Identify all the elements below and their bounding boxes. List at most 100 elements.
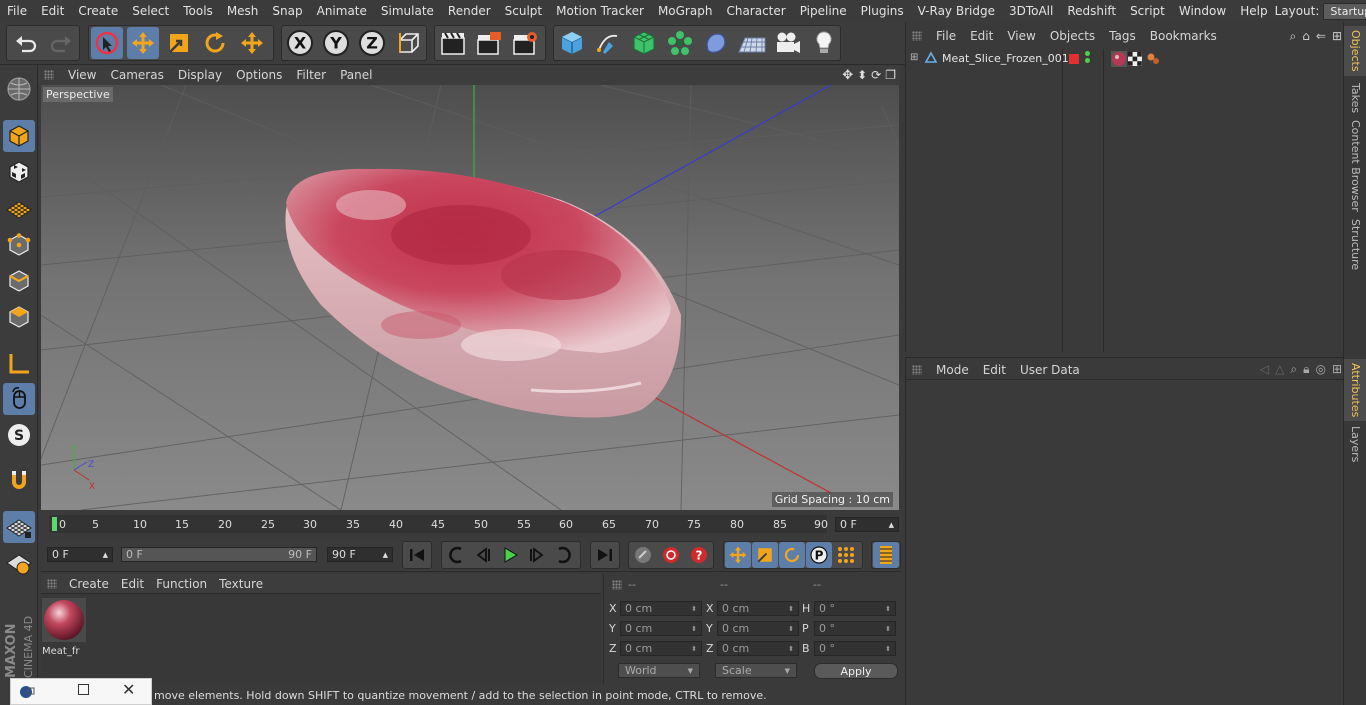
attributes-menu-edit[interactable]: Edit bbox=[983, 363, 1006, 377]
layer-color-icon[interactable] bbox=[1069, 54, 1079, 64]
solo-mode-icon[interactable] bbox=[3, 547, 35, 579]
menu-motion-tracker[interactable]: Motion Tracker bbox=[549, 4, 651, 18]
maximize-icon[interactable] bbox=[78, 684, 89, 695]
tab-layers[interactable]: Layers bbox=[1344, 424, 1366, 464]
apply-button[interactable]: Apply bbox=[814, 663, 898, 679]
go-to-end-icon[interactable] bbox=[592, 542, 618, 568]
objects-menu-tags[interactable]: Tags bbox=[1109, 29, 1136, 43]
scale-icon[interactable] bbox=[163, 27, 195, 59]
back-icon[interactable]: ⇐ bbox=[1316, 29, 1326, 44]
home-icon[interactable]: ⌂ bbox=[1302, 29, 1310, 44]
key-parameter-icon[interactable]: P bbox=[806, 542, 832, 568]
objects-menu-view[interactable]: View bbox=[1007, 29, 1035, 43]
pos-z-field[interactable]: 0 cm ⬍ bbox=[620, 641, 702, 656]
timeline[interactable]: 0 5 10 15 20 25 30 35 40 45 50 55 60 65 … bbox=[41, 512, 901, 536]
search-icon[interactable]: ⌕ bbox=[1290, 29, 1297, 44]
menu-snap[interactable]: Snap bbox=[265, 4, 309, 18]
object-row[interactable]: ⊞ Meat_Slice_Frozen_001 bbox=[906, 51, 1344, 69]
floor-icon[interactable] bbox=[736, 27, 768, 59]
timeline-window-icon[interactable] bbox=[873, 542, 899, 568]
lock-icon[interactable]: 🔒︎ bbox=[1303, 362, 1309, 377]
pen-icon[interactable] bbox=[592, 27, 624, 59]
camera-icon[interactable] bbox=[772, 27, 804, 59]
scale-mode-select[interactable]: Scale ▼ bbox=[715, 663, 797, 678]
up-arrow-icon[interactable]: △ bbox=[1275, 362, 1284, 377]
viewport-pan-icon[interactable]: ✥ bbox=[842, 68, 853, 83]
new-window-icon[interactable]: ⊞ bbox=[1332, 362, 1342, 377]
menu-select[interactable]: Select bbox=[125, 4, 176, 18]
subdivision-icon[interactable] bbox=[628, 27, 660, 59]
rot-p-field[interactable]: 0 ° ⬍ bbox=[814, 621, 896, 636]
timeline-playhead[interactable] bbox=[52, 517, 57, 531]
model-mode-icon[interactable] bbox=[3, 120, 35, 152]
viewport-menu-filter[interactable]: Filter bbox=[296, 68, 326, 82]
menu-sculpt[interactable]: Sculpt bbox=[498, 4, 549, 18]
edges-mode-icon[interactable] bbox=[3, 265, 35, 297]
panel-grip-icon[interactable] bbox=[912, 364, 922, 375]
attributes-menu-mode[interactable]: Mode bbox=[936, 363, 969, 377]
phong-tag-icon[interactable] bbox=[1146, 52, 1160, 69]
menu-render[interactable]: Render bbox=[441, 4, 498, 18]
menu-tools[interactable]: Tools bbox=[176, 4, 220, 18]
object-name[interactable]: Meat_Slice_Frozen_001 bbox=[942, 52, 1069, 65]
coordinate-mode-select[interactable]: World ▼ bbox=[618, 663, 700, 678]
cinema4d-app-icon[interactable] bbox=[19, 685, 35, 702]
objects-menu-objects[interactable]: Objects bbox=[1050, 29, 1095, 43]
next-keyframe-icon[interactable] bbox=[551, 542, 577, 568]
material-menu-texture[interactable]: Texture bbox=[219, 577, 263, 591]
menu-window[interactable]: Window bbox=[1172, 4, 1233, 18]
previous-frame-icon[interactable] bbox=[470, 542, 496, 568]
viewport-camera-label[interactable]: Perspective bbox=[43, 87, 113, 102]
pos-x-field[interactable]: 0 cm ⬍ bbox=[620, 601, 702, 616]
rotate-icon[interactable] bbox=[199, 27, 231, 59]
keyframe-selection-icon[interactable]: ? bbox=[686, 542, 712, 568]
panel-grip-icon[interactable] bbox=[912, 31, 922, 41]
menu-3dtoall[interactable]: 3DToAll bbox=[1002, 4, 1060, 18]
points-mode-icon[interactable] bbox=[3, 229, 35, 261]
menu-redshift[interactable]: Redshift bbox=[1060, 4, 1123, 18]
key-pla-icon[interactable] bbox=[833, 542, 859, 568]
current-frame-field[interactable]: 0 F ▲ bbox=[835, 517, 899, 532]
axis-mode-icon[interactable] bbox=[3, 348, 35, 380]
x-axis-lock-icon[interactable]: X bbox=[284, 27, 316, 59]
key-rotation-icon[interactable] bbox=[779, 542, 805, 568]
viewport-move-icon[interactable]: ⬍ bbox=[857, 68, 867, 83]
live-selection-icon[interactable] bbox=[91, 27, 123, 59]
key-position-icon[interactable] bbox=[725, 542, 751, 568]
key-scale-icon[interactable] bbox=[752, 542, 778, 568]
frame-range-slider[interactable]: 0 F 90 F bbox=[121, 547, 317, 562]
menu-animate[interactable]: Animate bbox=[310, 4, 374, 18]
back-arrow-icon[interactable]: ◁ bbox=[1260, 362, 1269, 377]
panel-grip-icon[interactable] bbox=[44, 70, 54, 80]
viewport-menu-cameras[interactable]: Cameras bbox=[110, 68, 163, 82]
menu-plugins[interactable]: Plugins bbox=[854, 4, 911, 18]
menu-file[interactable]: File bbox=[0, 4, 34, 18]
render-picture-viewer-icon[interactable] bbox=[473, 27, 505, 59]
pos-y-field[interactable]: 0 cm ⬍ bbox=[620, 621, 702, 636]
start-frame-field[interactable]: 0 F ▲ bbox=[47, 547, 113, 562]
texture-mode-icon[interactable] bbox=[3, 156, 35, 188]
render-view-icon[interactable] bbox=[437, 27, 469, 59]
expand-icon[interactable]: ⊞ bbox=[910, 52, 918, 63]
uvw-tag-icon[interactable] bbox=[1128, 52, 1142, 69]
menu-edit[interactable]: Edit bbox=[34, 4, 71, 18]
tab-takes[interactable]: Takes bbox=[1344, 80, 1366, 116]
material-swatch[interactable]: Meat_fr bbox=[42, 598, 86, 657]
edit-render-settings-icon[interactable] bbox=[509, 27, 541, 59]
go-to-start-icon[interactable] bbox=[404, 542, 430, 568]
polygons-mode-icon[interactable] bbox=[3, 301, 35, 333]
cloner-icon[interactable] bbox=[664, 27, 696, 59]
undo-icon[interactable] bbox=[10, 27, 42, 59]
objects-menu-bookmarks[interactable]: Bookmarks bbox=[1150, 29, 1217, 43]
menu-simulate[interactable]: Simulate bbox=[374, 4, 441, 18]
rot-b-field[interactable]: 0 ° ⬍ bbox=[814, 641, 896, 656]
attributes-menu-user-data[interactable]: User Data bbox=[1020, 363, 1080, 377]
snap-icon[interactable]: S bbox=[3, 419, 35, 451]
viewport-rotate-icon[interactable]: ⟳ bbox=[871, 68, 881, 83]
timeline-ruler[interactable]: 0 5 10 15 20 25 30 35 40 45 50 55 60 65 … bbox=[49, 515, 828, 533]
magnet-icon[interactable] bbox=[3, 465, 35, 497]
target-icon[interactable]: ◎ bbox=[1315, 362, 1325, 377]
tab-attributes[interactable]: Attributes bbox=[1344, 359, 1366, 421]
menu-mesh[interactable]: Mesh bbox=[220, 4, 266, 18]
size-y-field[interactable]: 0 cm ⬍ bbox=[717, 621, 799, 636]
